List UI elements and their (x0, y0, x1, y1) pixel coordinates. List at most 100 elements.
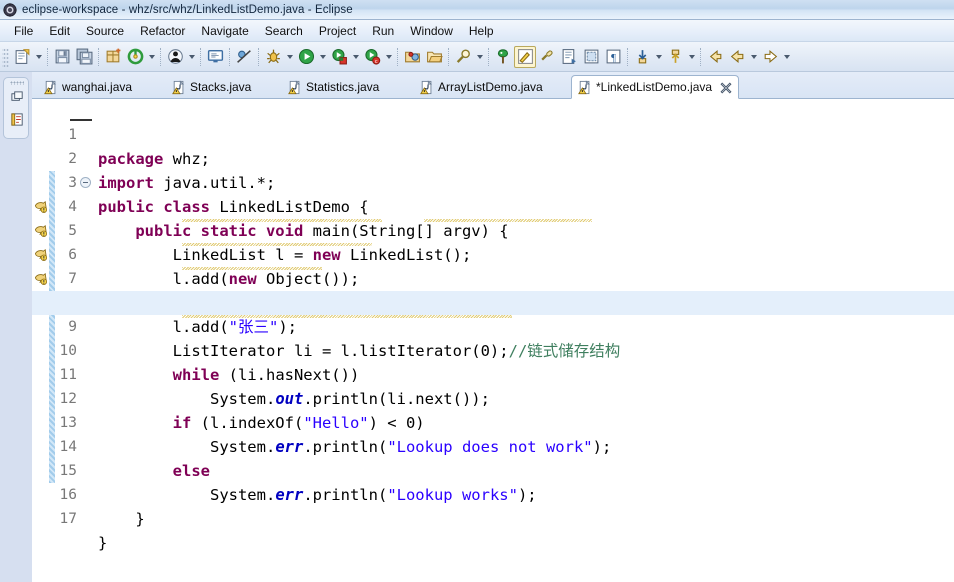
menu-source[interactable]: Source (78, 22, 132, 40)
editor-tab-linkedlistdemo[interactable]: *LinkedListDemo.java (571, 75, 740, 99)
menu-help[interactable]: Help (461, 22, 502, 40)
code-line[interactable]: 15 System.err.println("Lookup works"); (32, 435, 954, 504)
save-all-icon[interactable] (73, 46, 95, 68)
window-title: eclipse-workspace - whz/src/whz/LinkedLi… (22, 3, 353, 16)
menu-project[interactable]: Project (311, 22, 364, 40)
code-line[interactable]: 7 l.add("Hello"); (32, 243, 954, 312)
code-line[interactable]: 11 System.out.println(li.next()); (32, 339, 954, 408)
close-icon[interactable] (720, 81, 732, 94)
toolbar-separator (160, 47, 161, 66)
build-all-icon[interactable] (124, 46, 146, 68)
code-line[interactable]: 3 public class LinkedListDemo { (32, 147, 954, 216)
back-secondary-icon[interactable] (726, 46, 748, 68)
new-wizard-icon[interactable] (11, 46, 33, 68)
code-line[interactable]: 17 } (32, 483, 954, 552)
package-explorer-icon[interactable] (8, 110, 26, 128)
menu-window[interactable]: Window (402, 22, 461, 40)
fast-view-grip[interactable] (10, 81, 24, 85)
skip-breakpoints-icon[interactable] (233, 46, 255, 68)
menu-file[interactable]: File (6, 22, 41, 40)
editor-tab-label: Stacks.java (190, 80, 252, 94)
eclipse-icon (3, 2, 17, 17)
code-line[interactable]: 5 LinkedList l = new LinkedList(); (32, 195, 954, 264)
editor-tab-arraylistdemo[interactable]: ArrayListDemo.java (414, 75, 550, 99)
run-dropdown-arrow[interactable] (317, 46, 328, 68)
forward-icon[interactable] (759, 46, 781, 68)
menu-edit[interactable]: Edit (41, 22, 78, 40)
code-line[interactable]: 2 import java.util.*; (32, 123, 954, 192)
editor-tab-statistics[interactable]: Statistics.java (282, 75, 386, 99)
open-type-icon[interactable] (164, 46, 186, 68)
editor-tab-label: Statistics.java (306, 80, 380, 94)
new-wizard-dropdown-arrow[interactable] (33, 46, 44, 68)
external-tools-dropdown-arrow[interactable] (350, 46, 361, 68)
menu-search[interactable]: Search (257, 22, 311, 40)
code-line[interactable]: 13 System.err.println("Lookup does not w… (32, 387, 954, 456)
java-warning-file-icon (44, 79, 56, 94)
code-line[interactable]: 8 l.add("张三"); (32, 267, 954, 336)
debug-dropdown-arrow[interactable] (284, 46, 295, 68)
editor-tab-label: ArrayListDemo.java (438, 80, 543, 94)
save-icon[interactable] (51, 46, 73, 68)
run-external-tools-icon[interactable] (328, 46, 350, 68)
debug-icon[interactable] (262, 46, 284, 68)
restore-perspective-icon[interactable] (8, 88, 26, 106)
coverage-dropdown-arrow[interactable] (383, 46, 394, 68)
pin-editor-icon[interactable] (492, 46, 514, 68)
toolbar-separator (98, 47, 99, 66)
show-whitespace-icon[interactable] (558, 46, 580, 68)
menu-run[interactable]: Run (364, 22, 402, 40)
search-dropdown-arrow[interactable] (474, 46, 485, 68)
java-warning-file-icon (288, 79, 300, 94)
search-icon[interactable] (452, 46, 474, 68)
code-line[interactable]: 16 } (32, 459, 954, 528)
editor-tab-wanghai[interactable]: wanghai.java (38, 75, 139, 99)
coverage-icon[interactable]: c (361, 46, 383, 68)
toggle-mark-occurrences-icon[interactable] (514, 45, 536, 68)
toolbar-separator (200, 47, 201, 66)
main-toolbar: c ¶ (0, 42, 954, 72)
toolbar-grip[interactable] (2, 46, 9, 67)
next-annotation-dropdown-arrow[interactable] (653, 46, 664, 68)
toolbar-separator (448, 47, 449, 66)
fast-view-panel (3, 77, 29, 139)
code-line[interactable]: 14 else (32, 411, 954, 480)
toolbar-separator (700, 47, 701, 66)
toolbar-separator (397, 47, 398, 66)
build-all-dropdown-arrow[interactable] (146, 46, 157, 68)
back-icon[interactable] (704, 46, 726, 68)
link-with-editor-icon[interactable] (536, 46, 558, 68)
new-java-project-icon[interactable] (401, 46, 423, 68)
previous-annotation-dropdown-arrow[interactable] (686, 46, 697, 68)
menu-navigate[interactable]: Navigate (193, 22, 256, 40)
java-warning-file-icon (578, 79, 590, 94)
toolbar-separator (229, 47, 230, 66)
code-line[interactable]: 4 public static void main(String[] argv)… (32, 171, 954, 240)
new-java-package-icon[interactable] (102, 46, 124, 68)
fast-view-bar (0, 72, 32, 582)
code-line[interactable]: 12 if (l.indexOf("Hello") < 0) (32, 363, 954, 432)
block-selection-icon[interactable] (580, 46, 602, 68)
previous-annotation-icon[interactable] (664, 46, 686, 68)
open-folder-icon[interactable] (423, 46, 445, 68)
svg-text:c: c (374, 59, 377, 65)
next-annotation-icon[interactable] (631, 46, 653, 68)
back-dropdown-arrow[interactable] (748, 46, 759, 68)
toolbar-separator (258, 47, 259, 66)
code-line[interactable]: 1 package whz; (32, 99, 954, 168)
toolbar-separator (488, 47, 489, 66)
editor-tab-stacks[interactable]: Stacks.java (166, 75, 258, 99)
code-editor[interactable]: 1 package whz; 2 import java.util.*; 3 p… (32, 99, 954, 582)
toolbar-separator (627, 47, 628, 66)
code-line[interactable]: 6 l.add(new Object()); (32, 219, 954, 288)
run-icon[interactable] (295, 46, 317, 68)
show-formatting-icon[interactable]: ¶ (602, 46, 624, 68)
code-lines: 1 package whz; 2 import java.util.*; 3 p… (32, 99, 954, 582)
open-type-dropdown-arrow[interactable] (186, 46, 197, 68)
menu-refactor[interactable]: Refactor (132, 22, 193, 40)
code-line-current[interactable]: 9 ListIterator li = l.listIterator(0);//… (32, 291, 954, 360)
forward-dropdown-arrow[interactable] (781, 46, 792, 68)
code-line[interactable]: 10 while (li.hasNext()) (32, 315, 954, 384)
line-content: } (98, 534, 108, 552)
console-icon[interactable] (204, 46, 226, 68)
